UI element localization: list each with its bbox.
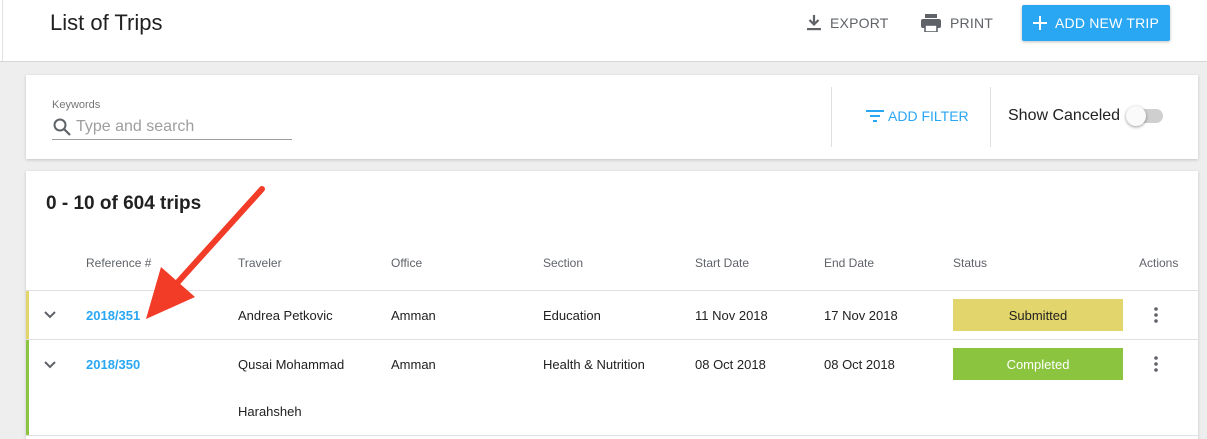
add-filter-label: ADD FILTER <box>888 108 969 124</box>
reference-link[interactable]: 2018/350 <box>86 357 140 372</box>
divider <box>990 87 991 147</box>
search-icon <box>53 118 71 136</box>
more-vert-icon[interactable] <box>1154 356 1158 372</box>
column-header-office[interactable]: Office <box>391 256 422 270</box>
office-cell: Amman <box>391 357 436 372</box>
row-status-bar <box>26 340 29 435</box>
row-divider <box>26 435 1198 436</box>
reference-link[interactable]: 2018/351 <box>86 308 140 323</box>
plus-icon <box>1032 16 1047 30</box>
row-status-bar <box>26 291 29 339</box>
add-new-trip-button[interactable]: ADD NEW TRIP <box>1022 5 1170 41</box>
traveler-cell: Andrea Petkovic <box>238 308 333 323</box>
column-header-status[interactable]: Status <box>953 256 987 270</box>
table-row[interactable]: 2018/351 Andrea Petkovic Amman Education… <box>26 291 1198 339</box>
filter-icon <box>866 110 884 122</box>
traveler-cell: Qusai Mohammad <box>238 357 345 372</box>
office-cell: Amman <box>391 308 436 323</box>
toggle-thumb <box>1126 106 1146 126</box>
search-field <box>52 115 292 140</box>
divider <box>831 87 832 147</box>
status-badge: Submitted <box>953 299 1123 331</box>
search-input[interactable] <box>76 118 276 136</box>
print-icon <box>921 14 941 32</box>
end-date-cell: 17 Nov 2018 <box>824 308 898 323</box>
column-header-start-date[interactable]: Start Date <box>695 256 749 270</box>
print-label: PRINT <box>950 15 993 31</box>
traveler-cell-line2: Harahsheh <box>238 404 302 419</box>
download-icon <box>807 15 821 31</box>
show-canceled-toggle[interactable] <box>1126 106 1163 126</box>
section-cell: Health & Nutrition <box>543 357 645 372</box>
start-date-cell: 11 Nov 2018 <box>695 308 768 323</box>
show-canceled-label: Show Canceled <box>1008 107 1121 124</box>
column-header-end-date[interactable]: End Date <box>824 256 874 270</box>
chevron-down-icon[interactable] <box>44 361 56 369</box>
chevron-down-icon[interactable] <box>44 311 56 319</box>
export-label: EXPORT <box>830 15 889 31</box>
top-bar: List of Trips EXPORT PRINT ADD NEW TRIP <box>0 0 1207 62</box>
column-header-reference[interactable]: Reference # <box>86 256 151 270</box>
page-title: List of Trips <box>50 10 163 35</box>
print-button[interactable]: PRINT <box>920 12 993 34</box>
status-badge: Completed <box>953 348 1123 380</box>
results-count: 0 - 10 of 604 trips <box>46 193 202 214</box>
export-button[interactable]: EXPORT <box>806 12 889 34</box>
trips-table: 0 - 10 of 604 trips Reference # Traveler… <box>26 171 1198 439</box>
column-header-traveler[interactable]: Traveler <box>238 256 282 270</box>
keywords-label: Keywords <box>52 99 101 111</box>
end-date-cell: 08 Oct 2018 <box>824 357 895 372</box>
filter-panel: Keywords ADD FILTER Show Canceled <box>26 75 1198 159</box>
more-vert-icon[interactable] <box>1154 307 1158 323</box>
section-cell: Education <box>543 308 601 323</box>
column-header-section[interactable]: Section <box>543 256 583 270</box>
add-new-trip-label: ADD NEW TRIP <box>1054 15 1160 31</box>
start-date-cell: 08 Oct 2018 <box>695 357 766 372</box>
add-filter-button[interactable]: ADD FILTER <box>866 108 969 124</box>
column-header-actions: Actions <box>1139 256 1179 270</box>
table-row[interactable]: 2018/350 Qusai Mohammad Harahsheh Amman … <box>26 340 1198 435</box>
